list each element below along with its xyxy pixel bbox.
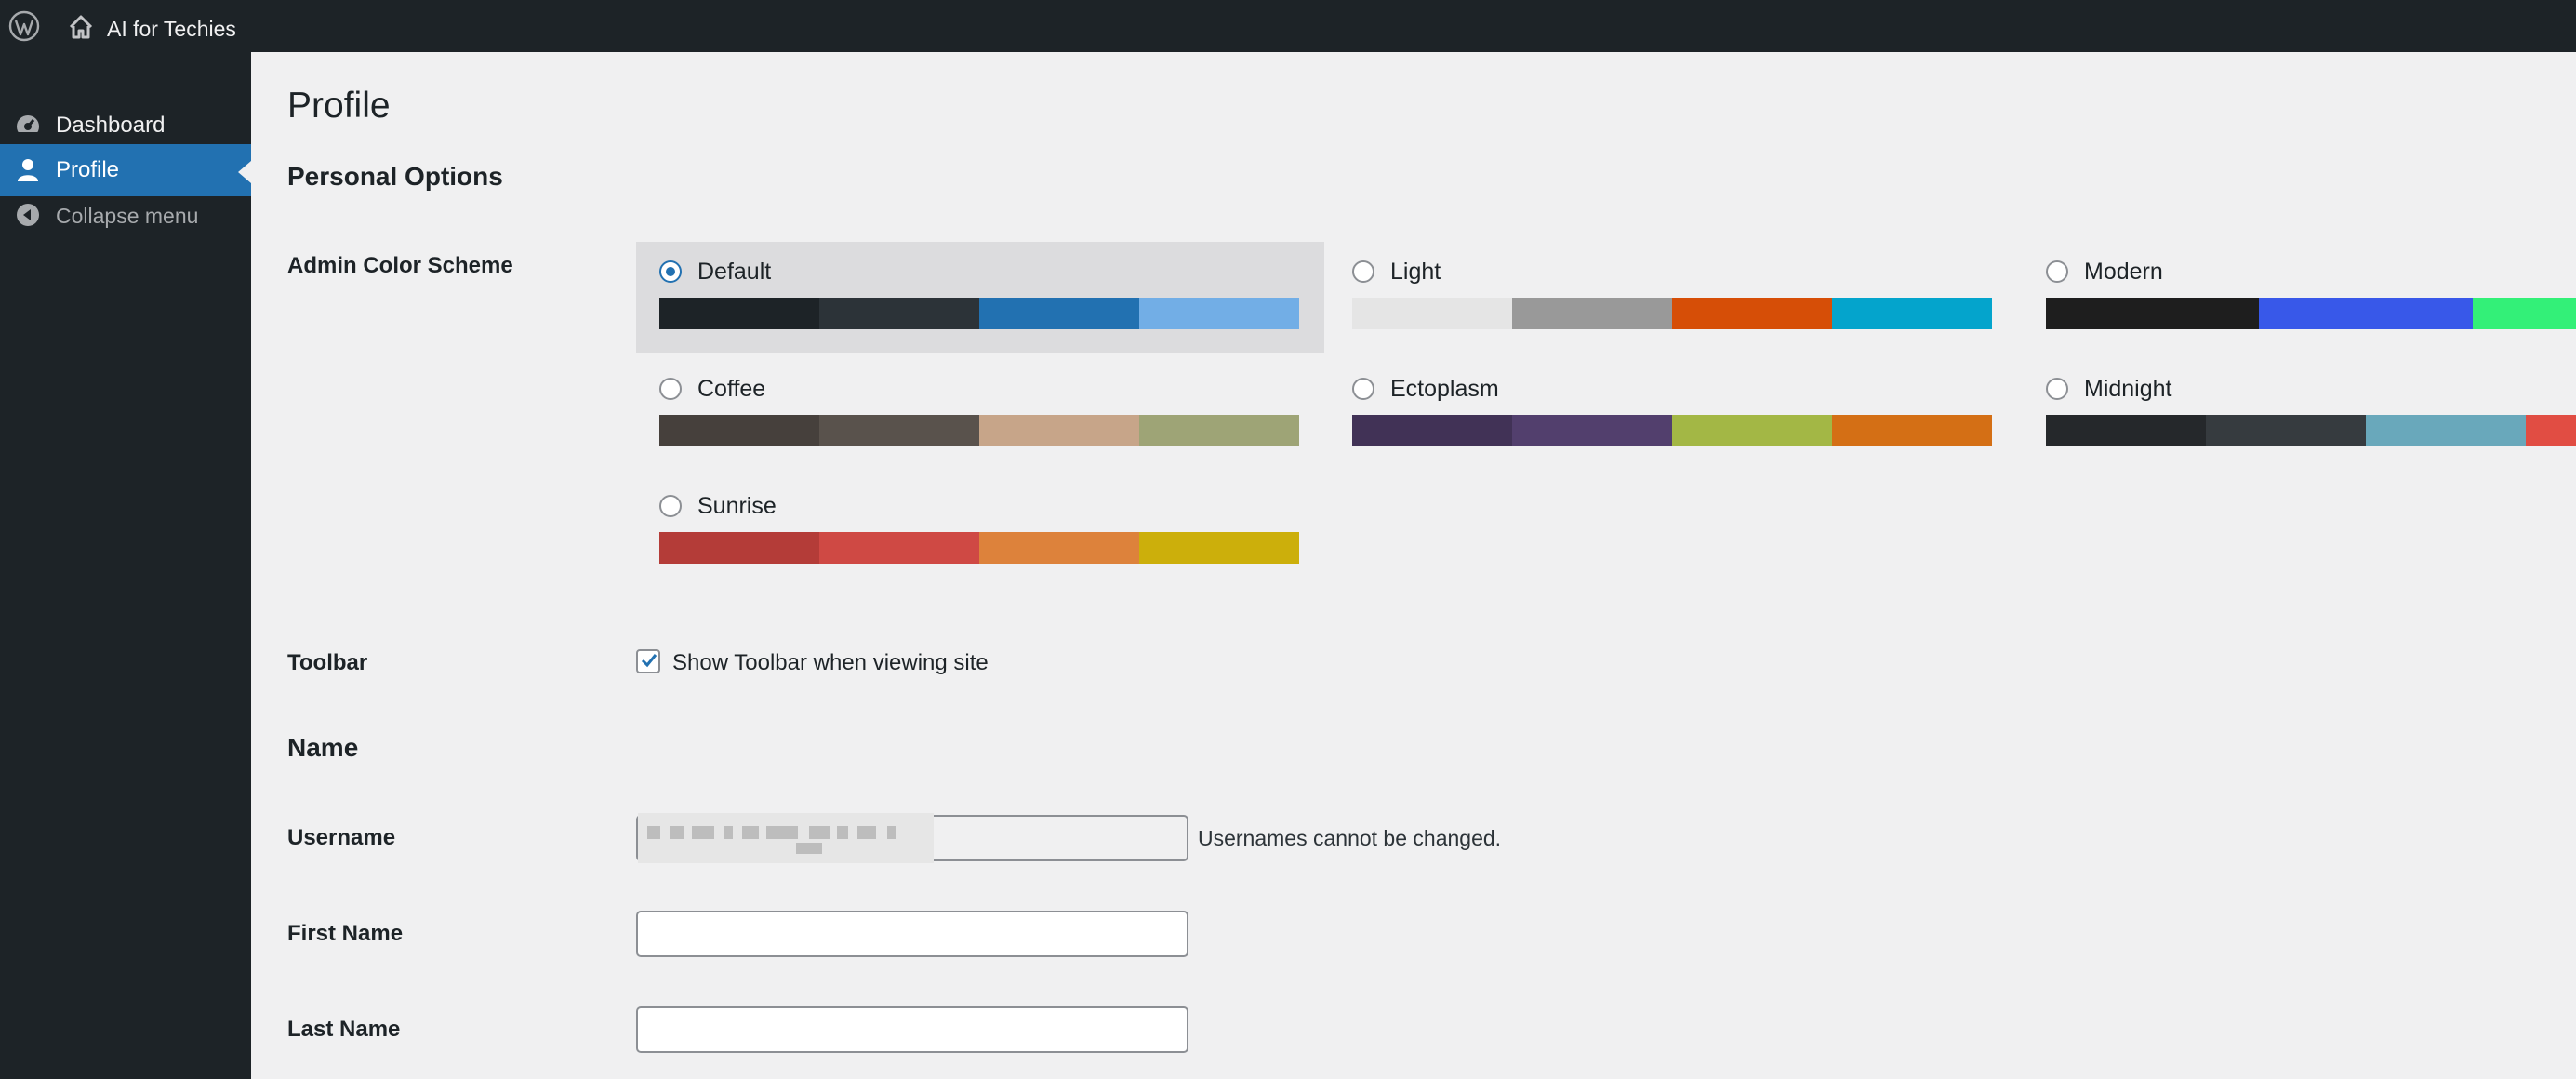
admin-bar: AI for Techies [0,0,2576,52]
color-scheme-light[interactable]: Light [1329,242,2017,353]
color-swatches [659,532,1299,564]
color-swatch [1139,298,1299,329]
username-note: Usernames cannot be changed. [1198,826,1502,850]
color-swatch [979,415,1139,446]
color-scheme-name: Modern [2084,259,2163,285]
sidebar-item-label: Dashboard [56,113,166,138]
color-swatch [1352,415,1512,446]
color-swatch [1672,298,1832,329]
color-swatches [1352,298,1992,329]
color-swatch [979,298,1139,329]
color-scheme-name: Default [697,259,772,285]
color-scheme-modern[interactable]: Modern [2023,242,2576,353]
color-swatch [1832,298,1992,329]
color-swatch [659,298,819,329]
color-scheme-radio[interactable] [1352,260,1374,283]
color-scheme-midnight[interactable]: Midnight [2023,359,2576,471]
color-swatch [819,415,979,446]
wordpress-logo-icon[interactable] [7,9,41,43]
color-swatch [2259,298,2473,329]
color-scheme-radio[interactable] [2046,260,2068,283]
username-label: Username [287,825,396,850]
last-name-field[interactable] [636,1006,1188,1053]
color-swatch [1139,415,1299,446]
admin-color-scheme-label: Admin Color Scheme [287,253,513,278]
collapse-menu-button[interactable]: Collapse menu [0,196,251,239]
color-scheme-default[interactable]: Default [636,242,1324,353]
show-toolbar-label[interactable]: Show Toolbar when viewing site [672,650,989,676]
color-swatch [2366,415,2526,446]
color-swatch [2526,415,2576,446]
color-swatch [1672,415,1832,446]
color-scheme-radio[interactable] [659,378,682,400]
color-swatches [2046,298,2576,329]
color-swatch [1832,415,1992,446]
toolbar-label: Toolbar [287,650,368,675]
color-swatch [819,298,979,329]
color-scheme-radio[interactable] [659,495,682,517]
color-scheme-ectoplasm[interactable]: Ectoplasm [1329,359,2017,471]
color-scheme-radio[interactable] [1352,378,1374,400]
name-heading: Name [287,733,359,762]
sidebar-item-profile[interactable]: Profile [0,144,251,196]
color-scheme-name: Coffee [697,376,766,402]
checkmark-icon [641,654,657,668]
collapse-arrow-icon [17,204,39,226]
color-scheme-name: Light [1390,259,1441,285]
color-swatch [819,532,979,564]
first-name-label: First Name [287,921,404,946]
color-swatch [2472,298,2576,329]
active-menu-pointer [238,161,251,183]
color-swatch [979,532,1139,564]
dashboard-icon [17,115,39,138]
color-scheme-coffee[interactable]: Coffee [636,359,1324,471]
user-icon [18,159,38,181]
color-scheme-radio[interactable] [2046,378,2068,400]
site-name-link[interactable]: AI for Techies [107,0,236,58]
first-name-field[interactable] [636,911,1188,957]
color-swatches [1352,415,1992,446]
personal-options-heading: Personal Options [287,162,503,191]
page-title: Profile [287,86,391,126]
color-swatches [659,298,1299,329]
color-swatch [1139,532,1299,564]
main-content: Profile Personal Options Admin Color Sch… [251,52,2576,1079]
color-scheme-name: Midnight [2084,376,2172,402]
admin-sidebar: Dashboard Profile Collapse menu [0,52,251,1079]
color-swatches [2046,415,2576,446]
color-swatch [659,415,819,446]
color-swatch [2046,298,2260,329]
sidebar-item-label: Collapse menu [56,204,199,228]
color-swatches [659,415,1299,446]
color-swatch [1352,298,1512,329]
color-swatch [1512,298,1672,329]
home-icon[interactable] [67,13,95,41]
username-redacted-value [638,813,934,863]
color-scheme-radio[interactable] [659,260,682,283]
color-swatch [2206,415,2366,446]
color-scheme-sunrise[interactable]: Sunrise [636,476,1324,588]
sidebar-item-label: Profile [56,157,120,182]
show-toolbar-checkbox[interactable] [636,649,660,673]
color-swatch [2046,415,2206,446]
color-swatch [659,532,819,564]
color-scheme-name: Sunrise [697,493,777,519]
last-name-label: Last Name [287,1017,401,1042]
color-swatch [1512,415,1672,446]
color-scheme-name: Ectoplasm [1390,376,1499,402]
